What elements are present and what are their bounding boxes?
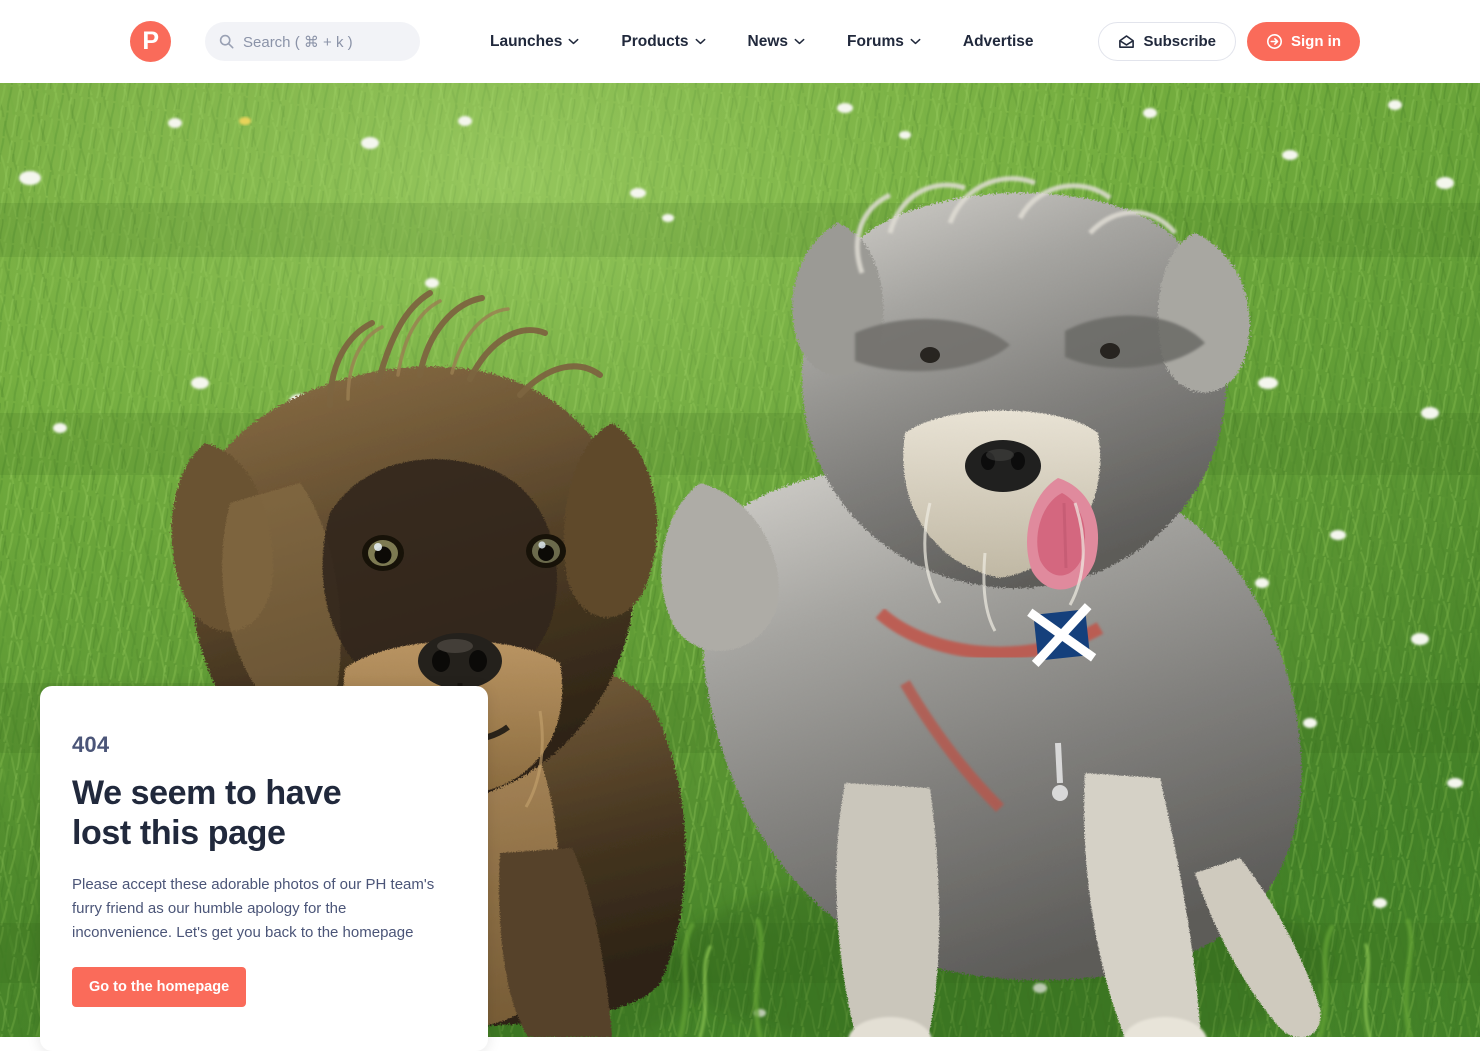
nav-label-advertise: Advertise [962,32,1034,50]
chevron-down-icon [695,38,705,45]
signin-label: Sign in [1291,33,1341,50]
subscribe-button[interactable]: Subscribe [1098,22,1236,61]
saltire-tag [1027,603,1097,667]
search-placeholder: Search ( ⌘ + k ) [243,33,353,51]
error-code: 404 [72,732,110,757]
nav-item-forums[interactable]: Forums [847,33,941,51]
error-title: We seem to have lost this page [72,773,444,853]
nav-item-news[interactable]: News [748,33,826,51]
nav-label-news: News [747,32,789,50]
nav-label-forums: Forums [847,32,904,50]
header-actions: Subscribe Sign in [1098,22,1360,61]
error-description: Please accept these adorable photos of o… [72,876,435,941]
product-hunt-logo[interactable]: P [130,21,171,62]
envelope-open-icon [1119,35,1135,48]
nav-item-advertise[interactable]: Advertise [963,33,1034,51]
error-title-line1: We seem to have [72,774,342,812]
nav-item-products[interactable]: Products [621,33,725,51]
error-card: 404 We seem to have lost this page Pleas… [40,686,488,1051]
chevron-down-icon [794,38,805,45]
nav-label-launches: Launches [490,32,563,50]
subscribe-label: Subscribe [1143,33,1216,50]
chevron-down-icon [910,38,921,45]
chevron-down-icon [568,38,579,45]
nav-item-launches[interactable]: Launches [490,33,599,51]
signin-button[interactable]: Sign in [1247,22,1360,61]
search-icon [219,34,234,49]
logo-letter: P [142,27,159,55]
arrow-right-circle-icon [1266,33,1283,50]
main-navigation: Launches Products News Forums Advertise [490,0,1034,83]
nav-label-products: Products [621,32,689,50]
site-header: P Search ( ⌘ + k ) Launches Products New… [0,0,1480,83]
search-input[interactable]: Search ( ⌘ + k ) [205,22,420,61]
error-title-line2: lost this page [72,814,286,852]
go-to-homepage-button[interactable]: Go to the homepage [72,967,247,1007]
